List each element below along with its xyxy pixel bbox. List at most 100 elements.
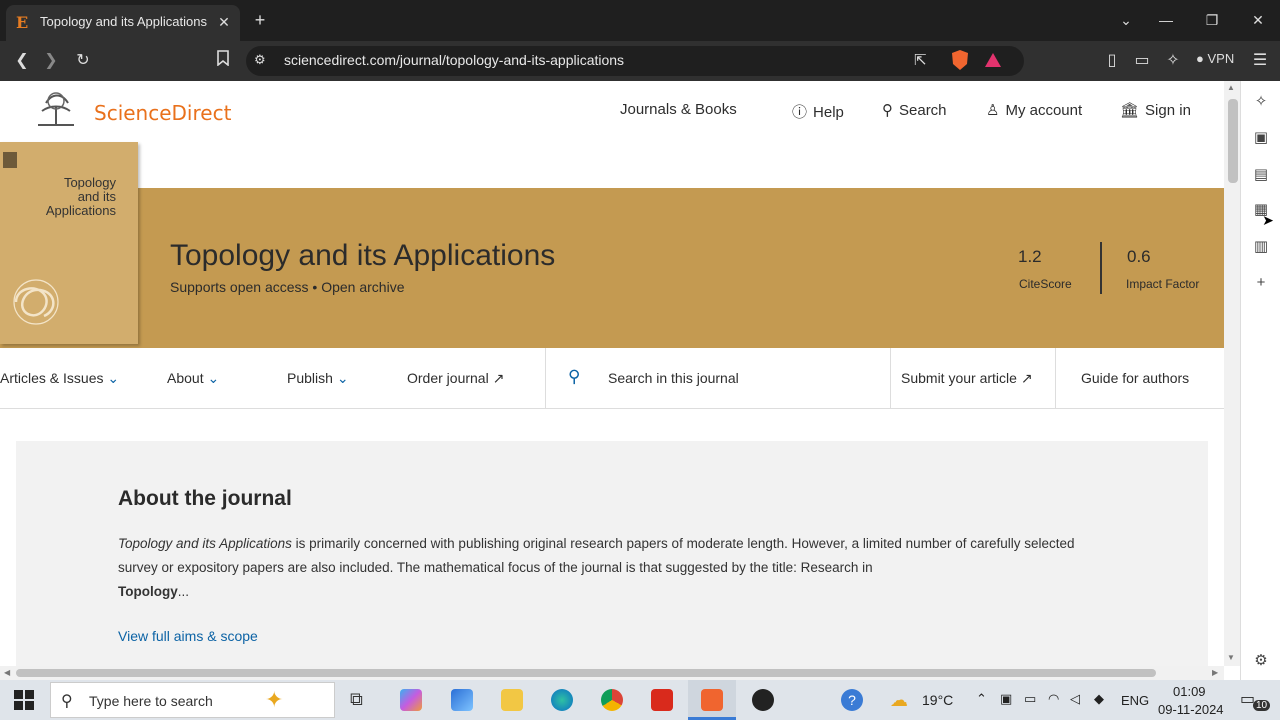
view-aims-scope-link[interactable]: View full aims & scope: [118, 628, 258, 644]
language-indicator[interactable]: ENG: [1121, 693, 1149, 708]
search-icon[interactable]: ⚲: [568, 367, 580, 387]
bookmark-icon[interactable]: [212, 50, 234, 72]
vertical-scroll-thumb[interactable]: [1228, 99, 1238, 183]
nav-about[interactable]: About ⌄: [167, 370, 219, 387]
journal-search-input[interactable]: Search in this journal: [608, 370, 739, 386]
whiteboard-icon[interactable]: [451, 689, 473, 711]
impact-factor-label[interactable]: Impact Factor: [1126, 277, 1199, 291]
nav-help[interactable]: ⓘ Help: [792, 101, 844, 122]
windows-start-icon[interactable]: [14, 690, 34, 715]
brave-talk-icon[interactable]: ▣: [1252, 129, 1270, 147]
sidebar-toggle-icon[interactable]: ▯: [1101, 50, 1123, 72]
submit-article-link[interactable]: Submit your article ↗: [901, 370, 1033, 387]
weather-icon[interactable]: ☁: [890, 690, 908, 711]
metric-divider: [1100, 242, 1102, 294]
restore-icon[interactable]: ❐: [1200, 8, 1224, 32]
nav-search[interactable]: ⚲ Search: [882, 101, 947, 119]
nav-my-account[interactable]: ♙ My account: [986, 101, 1082, 119]
help-icon[interactable]: ?: [841, 689, 863, 711]
about-body-bold: Topology: [118, 584, 178, 599]
clock-time[interactable]: 01:09: [1173, 684, 1206, 699]
dropbox-icon[interactable]: ◆: [1094, 691, 1104, 707]
sidebar-settings-icon[interactable]: ⚙: [1252, 652, 1270, 670]
battery-icon[interactable]: ▭: [1024, 691, 1036, 707]
scroll-left-icon[interactable]: ◀: [4, 668, 10, 677]
journal-nav: Articles & Issues ⌄ About ⌄ Publish ⌄ Or…: [0, 348, 1224, 409]
address-bar[interactable]: ⚙ sciencedirect.com/journal/topology-and…: [246, 46, 1024, 76]
minimize-icon[interactable]: —: [1154, 8, 1178, 32]
copilot-icon[interactable]: [400, 689, 422, 711]
nav-journals-books[interactable]: Journals & Books: [620, 101, 737, 118]
site-settings-icon[interactable]: ⚙: [254, 52, 266, 68]
about-heading: About the journal: [118, 487, 292, 510]
chrome-icon[interactable]: [601, 689, 623, 711]
clock-date[interactable]: 09-11-2024: [1158, 702, 1224, 717]
brave-rewards-icon[interactable]: [984, 51, 1002, 74]
menu-icon[interactable]: ☰: [1249, 50, 1271, 72]
show-hidden-icons-icon[interactable]: ⌃: [976, 691, 987, 707]
about-journal-name: Topology and its Applications: [118, 536, 292, 551]
nav-search-label: Search: [899, 102, 947, 119]
nav-publish[interactable]: Publish ⌄: [287, 370, 349, 387]
wifi-icon[interactable]: ◠: [1048, 691, 1059, 707]
about-description: Topology and its Applications is primari…: [118, 532, 1108, 604]
copilot-sparkle-icon: ✦: [265, 687, 284, 712]
nav-articles-issues[interactable]: Articles & Issues ⌄: [0, 370, 119, 387]
brave-taskbar-active[interactable]: [688, 680, 736, 720]
chevron-down-icon: ⌄: [336, 370, 349, 386]
taskbar-search-box[interactable]: ⚲ Type here to search ✦: [50, 682, 335, 718]
nav-separator: [1055, 348, 1056, 409]
reading-list-icon[interactable]: ▥: [1252, 238, 1270, 256]
elsevier-tree-logo-icon[interactable]: [32, 89, 80, 136]
search-icon: ⚲: [882, 102, 893, 119]
vertical-scrollbar[interactable]: ▲ ▼: [1224, 81, 1240, 666]
file-explorer-icon[interactable]: [501, 689, 523, 711]
horizontal-scroll-thumb[interactable]: [16, 669, 1156, 677]
citescore-label[interactable]: CiteScore: [1019, 277, 1072, 291]
chevron-down-icon: ⌄: [107, 370, 120, 386]
meet-now-icon[interactable]: ▣: [1000, 691, 1012, 707]
edge-icon[interactable]: [551, 689, 573, 711]
cover-title-line: Topology: [63, 175, 116, 190]
wallet-icon[interactable]: ▭: [1131, 50, 1153, 72]
scroll-right-icon[interactable]: ▶: [1212, 668, 1218, 677]
journal-title: Topology and its Applications: [170, 239, 556, 272]
share-icon[interactable]: ⇱: [914, 51, 927, 69]
add-panel-icon[interactable]: +: [1252, 274, 1270, 292]
page-content: ScienceDirect Journals & Books ⓘ Help ⚲ Se…: [0, 81, 1224, 666]
browser-tab[interactable]: E Topology and its Applications | ✕: [6, 5, 240, 41]
about-journal-section: About the journal Topology and its Appli…: [16, 441, 1208, 666]
nav-publish-label: Publish: [287, 370, 333, 386]
sciencedirect-logo[interactable]: ScienceDirect: [94, 101, 231, 125]
brave-shields-icon[interactable]: [950, 49, 970, 76]
leo-ai-icon[interactable]: ✧: [1252, 93, 1270, 111]
weather-temp[interactable]: 19°C: [922, 692, 953, 708]
journal-subtitle: Supports open access • Open archive: [170, 279, 405, 295]
wallet-icon[interactable]: ▤: [1252, 166, 1270, 184]
scroll-up-icon[interactable]: ▲: [1227, 83, 1235, 92]
acrobat-icon[interactable]: [651, 689, 673, 711]
horizontal-scrollbar[interactable]: ◀ ▶: [0, 666, 1224, 680]
scroll-down-icon[interactable]: ▼: [1227, 653, 1235, 662]
reload-icon[interactable]: ↻: [72, 50, 94, 72]
tab-search-icon[interactable]: ⌄: [1114, 8, 1138, 32]
nav-sign-in[interactable]: 🏛 Sign in: [1120, 101, 1191, 119]
back-icon[interactable]: ❮: [11, 50, 33, 72]
browser-sidebar: ✧ ▣ ▤ ▦ ➤ ▥ + ⚙: [1240, 81, 1280, 680]
close-tab-icon[interactable]: ✕: [214, 12, 234, 32]
chevron-down-icon: ⌄: [207, 370, 220, 386]
close-window-icon[interactable]: ✕: [1246, 8, 1270, 32]
vpn-label: VPN: [1207, 51, 1235, 66]
nav-signin-label: Sign in: [1145, 102, 1191, 119]
task-view-icon[interactable]: ⧉: [350, 689, 372, 711]
vpn-button[interactable]: ● VPN: [1196, 51, 1234, 66]
journal-cover[interactable]: Topology and its Applications: [0, 142, 138, 344]
new-tab-icon[interactable]: +: [250, 10, 270, 30]
tab-title: Topology and its Applications |: [40, 14, 210, 29]
forward-icon[interactable]: ❯: [40, 50, 62, 72]
guide-for-authors-link[interactable]: Guide for authors: [1081, 370, 1189, 386]
nav-order-journal[interactable]: Order journal ↗: [407, 370, 504, 387]
leo-ai-icon[interactable]: ✧: [1162, 50, 1184, 72]
obs-icon[interactable]: [752, 689, 774, 711]
volume-icon[interactable]: ◁: [1070, 691, 1080, 707]
